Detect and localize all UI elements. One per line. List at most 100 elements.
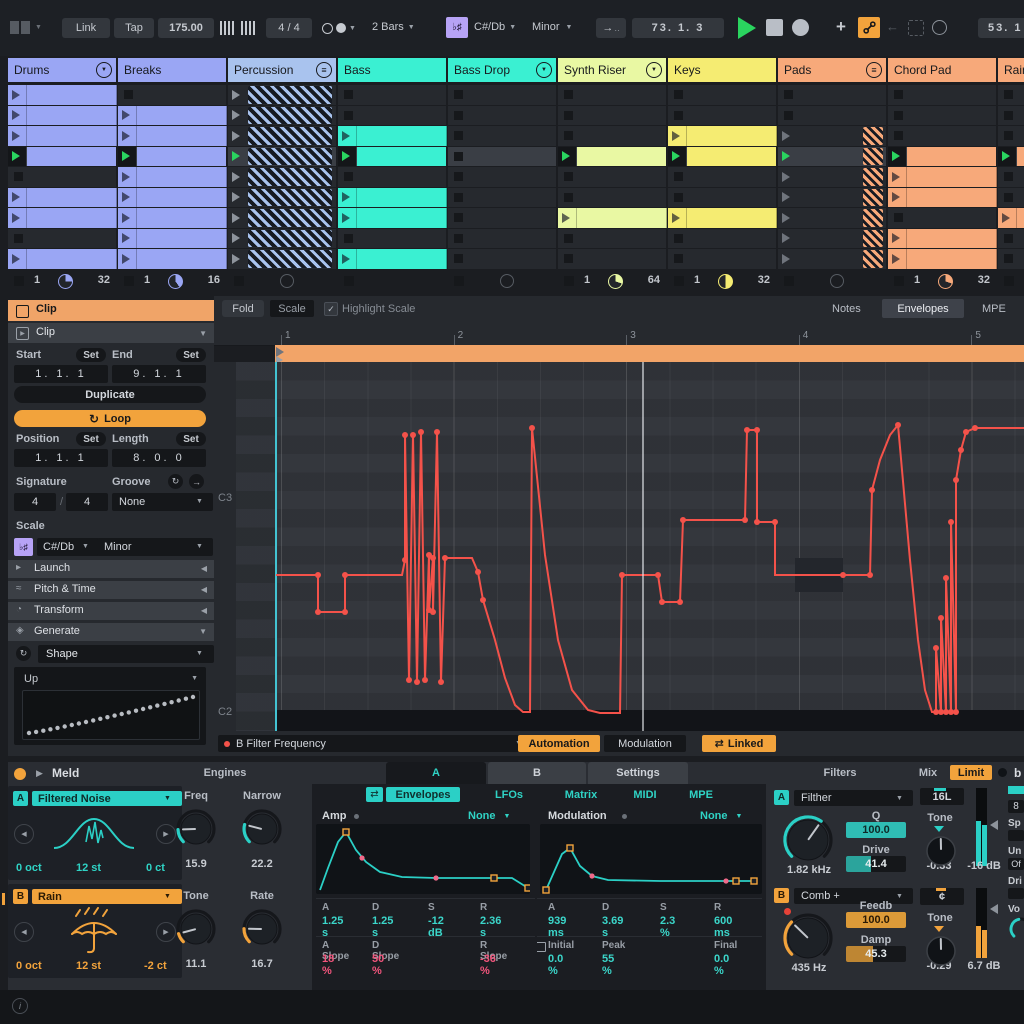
clip-slot[interactable] xyxy=(998,208,1024,228)
loop-position-field[interactable]: 53. 1 xyxy=(978,18,1024,38)
clip-slot[interactable] xyxy=(8,106,116,126)
linked-button[interactable]: ⇄Linked xyxy=(702,735,776,752)
clip-slot[interactable] xyxy=(8,229,116,249)
initial-checkbox[interactable] xyxy=(536,942,546,952)
record-button[interactable] xyxy=(792,19,809,36)
param-value[interactable]: 0.0 % xyxy=(548,953,563,977)
clip-stop-button[interactable] xyxy=(564,111,573,120)
track-stop-button[interactable] xyxy=(1004,276,1014,286)
clip-slot[interactable] xyxy=(778,188,886,208)
modulation-tab[interactable]: Modulation xyxy=(604,735,686,752)
follow-button[interactable]: →‥ xyxy=(596,18,626,38)
subtab-matrix[interactable]: Matrix xyxy=(552,787,610,802)
mod-envelope-display[interactable] xyxy=(540,824,762,894)
engine-a-st[interactable]: 12 st xyxy=(76,862,101,874)
clip-slot[interactable] xyxy=(8,249,116,269)
stop-button[interactable] xyxy=(766,19,783,36)
mix-b-level-value[interactable]: 6.7 dB xyxy=(962,960,1006,972)
clip-body[interactable] xyxy=(668,208,777,228)
track-header[interactable]: Breaks xyxy=(118,58,226,82)
engine-b-menu[interactable]: Rain xyxy=(32,889,182,904)
clip-slot[interactable] xyxy=(558,249,666,269)
nudge-down-icon[interactable] xyxy=(220,21,235,35)
device-activator[interactable] xyxy=(14,768,26,780)
track-header[interactable]: Bass xyxy=(338,58,446,82)
clip-stop-button[interactable] xyxy=(1004,90,1013,99)
duplicate-button[interactable]: Duplicate xyxy=(14,386,206,403)
clip-body[interactable] xyxy=(888,167,997,187)
clip-stop-button[interactable] xyxy=(14,172,23,181)
knob-tone[interactable] xyxy=(175,908,217,950)
param-value[interactable]: 55 % xyxy=(602,953,614,977)
shape-randomize-icon[interactable]: ↻ xyxy=(16,646,31,661)
scale-badge-icon[interactable]: ♭♯ xyxy=(446,17,468,38)
clip-slot[interactable] xyxy=(888,208,996,228)
clip-slot[interactable] xyxy=(888,106,996,126)
scale-name-menu[interactable]: Minor▼ xyxy=(532,21,580,33)
clip-body[interactable] xyxy=(8,106,117,126)
clip-stop-button[interactable] xyxy=(454,213,463,222)
clip-body[interactable] xyxy=(687,147,776,167)
clip-body[interactable] xyxy=(1017,147,1024,167)
deactivated-clip-body[interactable] xyxy=(248,148,332,166)
mod-mod-target-menu[interactable]: None▼ xyxy=(700,810,742,822)
capture-area-icon[interactable] xyxy=(908,20,924,36)
engine-b-st[interactable]: 12 st xyxy=(76,960,101,972)
clip-slot[interactable] xyxy=(8,208,116,228)
mix-a-level-handle[interactable] xyxy=(990,820,998,830)
envelope-editor[interactable] xyxy=(275,362,1024,731)
clip-start-field[interactable]: 1. 1. 1 xyxy=(14,365,108,383)
partial-sp-field[interactable] xyxy=(1008,830,1024,841)
clip-slot[interactable] xyxy=(228,106,336,126)
clip-slot[interactable] xyxy=(778,147,886,167)
device-title[interactable]: Meld xyxy=(52,766,79,780)
amp-envelope-display[interactable] xyxy=(316,824,530,894)
amp-mod-target-menu[interactable]: None▼ xyxy=(468,810,510,822)
clip-body[interactable] xyxy=(888,229,997,249)
clip-stop-button[interactable] xyxy=(894,131,903,140)
clip-slot[interactable] xyxy=(228,188,336,208)
clip-slot[interactable] xyxy=(558,208,666,228)
track-header[interactable]: Rain xyxy=(998,58,1024,82)
loop-brace[interactable] xyxy=(275,345,1024,362)
chevron-down-icon[interactable]: ▼ xyxy=(646,62,662,78)
clip-slot[interactable] xyxy=(668,229,776,249)
device-tab-settings[interactable]: Settings xyxy=(588,762,688,784)
engine-b-next-button[interactable]: ▶ xyxy=(156,922,176,942)
clip-body[interactable] xyxy=(118,249,227,269)
clip-stop-button[interactable] xyxy=(454,90,463,99)
mix-a-tone-knob[interactable] xyxy=(924,834,958,868)
end-set-button[interactable]: Set xyxy=(176,348,206,362)
track-header[interactable]: Drums▼ xyxy=(8,58,116,82)
engine-a-oct[interactable]: 0 oct xyxy=(16,862,42,874)
clip-slot[interactable] xyxy=(888,147,996,167)
envelope-target-menu[interactable]: B Filter Frequency ▼ xyxy=(218,735,528,752)
clip-slot[interactable] xyxy=(998,106,1024,126)
clip-stop-button[interactable] xyxy=(344,172,353,181)
clip-stop-button[interactable] xyxy=(674,234,683,243)
clip-panel-header[interactable]: Clip xyxy=(8,300,214,321)
partial-vo-knob[interactable] xyxy=(1008,916,1024,942)
clip-slot[interactable] xyxy=(558,147,666,167)
clip-stop-button[interactable] xyxy=(1004,193,1013,202)
clip-slot[interactable] xyxy=(338,188,446,208)
clip-stop-button[interactable] xyxy=(894,213,903,222)
clip-slot[interactable] xyxy=(558,85,666,105)
clip-slot[interactable] xyxy=(778,85,886,105)
subtab-mpe[interactable]: MPE xyxy=(678,787,724,802)
clip-slot[interactable] xyxy=(998,249,1024,269)
clip-slot[interactable] xyxy=(448,85,556,105)
clip-stop-button[interactable] xyxy=(564,172,573,181)
knob-value[interactable]: 16.7 xyxy=(232,958,292,970)
knob-freq[interactable] xyxy=(175,808,217,850)
clip-slot[interactable] xyxy=(998,85,1024,105)
metronome-button[interactable]: ▼ xyxy=(322,18,366,38)
deactivated-clip-body[interactable] xyxy=(248,230,332,248)
clip-stop-button[interactable] xyxy=(454,131,463,140)
clip-slot[interactable] xyxy=(338,229,446,249)
clip-slot[interactable] xyxy=(778,126,886,146)
clip-stop-button[interactable] xyxy=(784,90,793,99)
device-tab-b[interactable]: B xyxy=(488,762,586,784)
clip-stop-button[interactable] xyxy=(564,131,573,140)
group-slot-clips[interactable] xyxy=(863,189,883,207)
